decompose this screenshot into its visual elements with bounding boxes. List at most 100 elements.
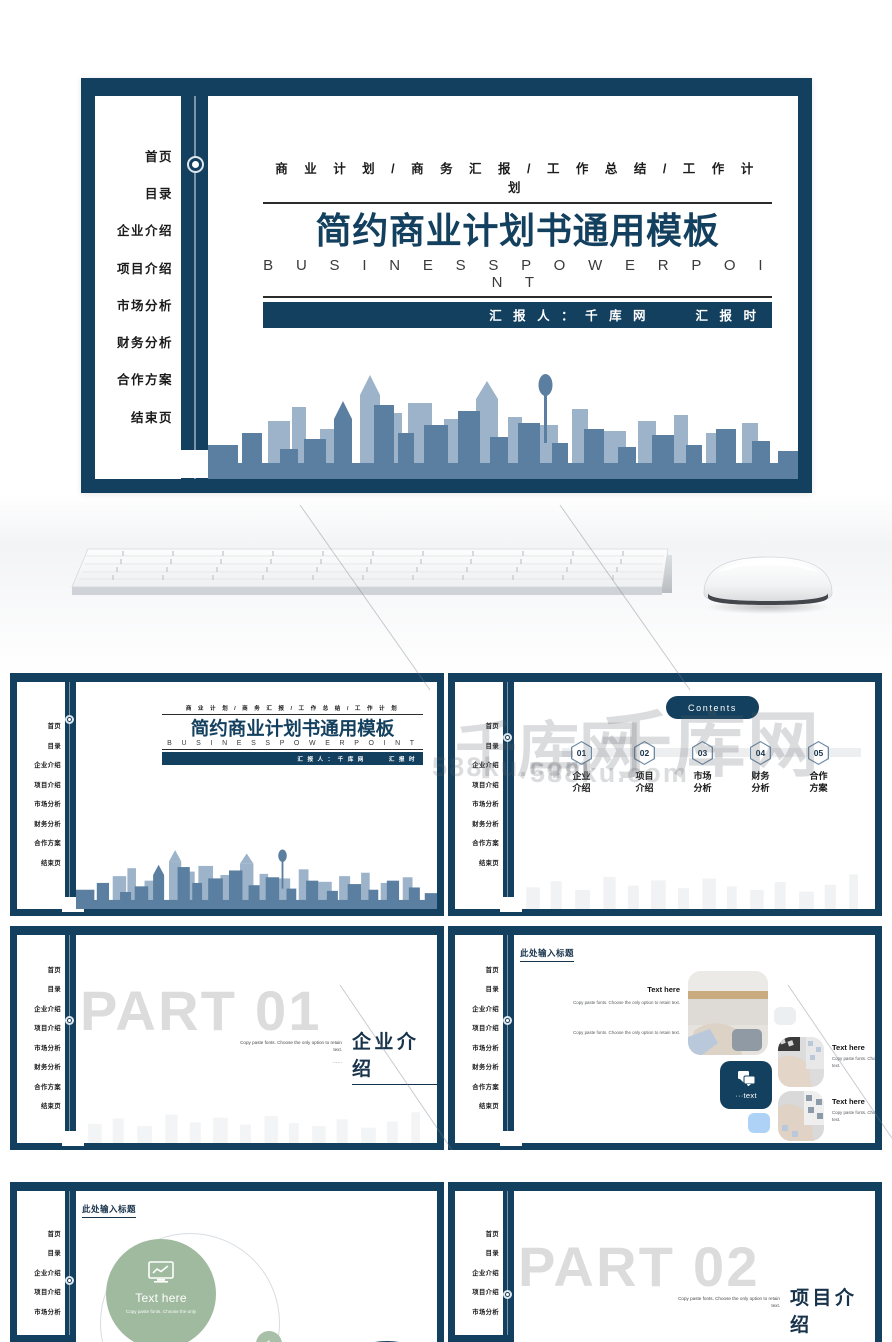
sidebar-item-end[interactable]: 结束页 xyxy=(131,412,173,425)
sidebar-item-company[interactable]: 企业介绍 xyxy=(472,1270,499,1277)
thumbnail-slide-title[interactable]: 首页 目录 企业介绍 项目介绍 市场分析 财务分析 合作方案 结束页 商 业 计… xyxy=(10,673,444,916)
sidebar-item-market[interactable]: 市场分析 xyxy=(34,1309,61,1316)
chart-circle-head: Text here xyxy=(135,1291,187,1305)
thumb5-nav-panel[interactable]: 首页 目录 企业介绍 项目介绍 市场分析 xyxy=(17,1191,65,1335)
chat-card[interactable]: ···text xyxy=(720,1061,772,1109)
thumb4-nav-panel[interactable]: 首页 目录 企业介绍 项目介绍 市场分析 财务分析 合作方案 结束页 xyxy=(455,935,503,1143)
sidebar-item-contents[interactable]: 目录 xyxy=(486,986,499,993)
sidebar-item-project[interactable]: 项目介绍 xyxy=(34,1289,61,1296)
nav-active-dot-icon xyxy=(503,1290,512,1299)
sidebar-item-finance[interactable]: 财务分析 xyxy=(117,337,173,350)
sidebar-item-project[interactable]: 项目介绍 xyxy=(472,1025,499,1032)
sidebar-item-home[interactable]: 首页 xyxy=(486,967,499,974)
chat-card-label: ···text xyxy=(735,1090,757,1100)
slide-title: 此处输入标题 xyxy=(82,1203,137,1218)
thumbnail-slide-contents[interactable]: 首页 目录 企业介绍 项目介绍 市场分析 财务分析 合作方案 结束页 Conte… xyxy=(448,673,882,916)
sidebar-item-project[interactable]: 项目介绍 xyxy=(472,782,499,789)
thumb1-kicker: 商 业 计 划 / 商 务 汇 报 / 工 作 总 结 / 工 作 计 划 xyxy=(162,704,423,715)
sidebar-item-finance[interactable]: 财务分析 xyxy=(34,1064,61,1071)
sidebar-item-market[interactable]: 市场分析 xyxy=(117,300,173,313)
mouse-image xyxy=(690,545,845,615)
sidebar-item-project[interactable]: 项目介绍 xyxy=(117,263,173,276)
contents-number: 03 xyxy=(693,742,712,764)
sidebar-item-market[interactable]: 市场分析 xyxy=(34,1045,61,1052)
sidebar-item-end[interactable]: 结束页 xyxy=(479,1103,499,1110)
sidebar-item-contents[interactable]: 目录 xyxy=(48,986,61,993)
sidebar-item-home[interactable]: 首页 xyxy=(486,1231,499,1238)
thumb2-canvas: Contents 01 企业介绍 02 项目介绍 03 市场分析 04 财务分析… xyxy=(514,682,875,909)
item-body-1: Copy paste fonts. Choose the only option… xyxy=(832,1056,875,1069)
contents-label-04: 财务分析 xyxy=(751,771,770,794)
page-title: 简约商业计划书通用模板 xyxy=(315,210,720,251)
left-text-body-1: Copy paste fonts. Choose the only option… xyxy=(573,1000,680,1005)
nav-active-dot-icon xyxy=(187,156,204,173)
thumb6-canvas: PART 02 Copy paste fonts. Choose the onl… xyxy=(514,1191,875,1342)
contents-number: 04 xyxy=(751,742,770,764)
contents-hex-05[interactable]: 05 xyxy=(808,741,829,765)
nav-active-dot-icon xyxy=(65,1276,74,1285)
thumb1-nav-panel[interactable]: 首页 目录 企业介绍 项目介绍 市场分析 财务分析 合作方案 结束页 xyxy=(17,682,65,909)
sidebar-item-cooperation[interactable]: 合作方案 xyxy=(117,374,173,387)
thumbnail-slide-image-content[interactable]: 首页 目录 企业介绍 项目介绍 市场分析 财务分析 合作方案 结束页 此处输入标… xyxy=(448,926,882,1150)
contents-hex-03[interactable]: 03 xyxy=(692,741,713,765)
contents-label-05: 合作方案 xyxy=(809,771,828,794)
sidebar-item-contents[interactable]: 目录 xyxy=(486,1250,499,1257)
sidebar-item-home[interactable]: 首页 xyxy=(486,723,499,730)
thumbnail-slide-chart[interactable]: 首页 目录 企业介绍 项目介绍 市场分析 此处输入标题 Text here Co… xyxy=(10,1182,444,1342)
sidebar-item-finance[interactable]: 财务分析 xyxy=(472,1064,499,1071)
sidebar-item-home[interactable]: 首页 xyxy=(48,1231,61,1238)
sidebar-item-finance[interactable]: 财务分析 xyxy=(472,821,499,828)
sidebar-item-end[interactable]: 结束页 xyxy=(41,860,61,867)
sidebar-item-cooperation[interactable]: 合作方案 xyxy=(34,840,61,847)
contents-hex-01[interactable]: 01 xyxy=(571,741,592,765)
sidebar-item-end[interactable]: 结束页 xyxy=(41,1103,61,1110)
part-copy-dots: ······ xyxy=(332,1060,342,1065)
sidebar-item-cooperation[interactable]: 合作方案 xyxy=(472,840,499,847)
sidebar-item-project[interactable]: 项目介绍 xyxy=(34,782,61,789)
sidebar-item-home[interactable]: 首页 xyxy=(48,967,61,974)
contents-label-01: 企业介绍 xyxy=(572,771,591,794)
thumb6-nav-panel[interactable]: 首页 目录 企业介绍 项目介绍 市场分析 xyxy=(455,1191,503,1335)
contents-number: 01 xyxy=(572,742,591,764)
sidebar-item-company[interactable]: 企业介绍 xyxy=(34,762,61,769)
nav-active-dot-icon xyxy=(503,733,512,742)
part-ghost-text: PART 01 xyxy=(80,979,322,1042)
sidebar-item-cooperation[interactable]: 合作方案 xyxy=(472,1084,499,1091)
presenter-label: 汇 报 人 ： 千 库 网 xyxy=(489,309,650,324)
sidebar-item-market[interactable]: 市场分析 xyxy=(34,801,61,808)
sidebar-item-market[interactable]: 市场分析 xyxy=(472,801,499,808)
nav-active-dot-icon xyxy=(65,715,74,724)
sidebar-item-contents[interactable]: 目录 xyxy=(48,743,61,750)
sidebar-item-company[interactable]: 企业介绍 xyxy=(472,1006,499,1013)
sidebar-item-cooperation[interactable]: 合作方案 xyxy=(34,1084,61,1091)
contents-hex-04[interactable]: 04 xyxy=(750,741,771,765)
hero-nav-panel[interactable]: 首页 目录 企业介绍 项目介绍 市场分析 财务分析 合作方案 结束页 xyxy=(95,96,181,479)
sidebar-item-market[interactable]: 市场分析 xyxy=(472,1045,499,1052)
sidebar-item-market[interactable]: 市场分析 xyxy=(472,1309,499,1316)
chart-monitor-icon xyxy=(148,1261,174,1283)
thumb2-nav-panel[interactable]: 首页 目录 企业介绍 项目介绍 市场分析 财务分析 合作方案 结束页 xyxy=(455,682,503,909)
sidebar-item-project[interactable]: 项目介绍 xyxy=(34,1025,61,1032)
sidebar-item-contents[interactable]: 目录 xyxy=(486,743,499,750)
contents-number: 05 xyxy=(809,742,828,764)
contents-label-02: 项目介绍 xyxy=(635,771,654,794)
thumbnail-slide-part01[interactable]: 首页 目录 企业介绍 项目介绍 市场分析 财务分析 合作方案 结束页 PART … xyxy=(10,926,444,1150)
sidebar-item-company[interactable]: 企业介绍 xyxy=(34,1006,61,1013)
sidebar-item-project[interactable]: 项目介绍 xyxy=(472,1289,499,1296)
sidebar-item-contents[interactable]: 目录 xyxy=(48,1250,61,1257)
part-copy: Copy paste fonts. Choose the only option… xyxy=(240,1040,342,1053)
sidebar-item-finance[interactable]: 财务分析 xyxy=(34,821,61,828)
sidebar-item-company[interactable]: 企业介绍 xyxy=(34,1270,61,1277)
sidebar-item-company[interactable]: 企业介绍 xyxy=(117,225,173,238)
thumb3-nav-panel[interactable]: 首页 目录 企业介绍 项目介绍 市场分析 财务分析 合作方案 结束页 xyxy=(17,935,65,1143)
thumbnail-slide-part02[interactable]: 首页 目录 企业介绍 项目介绍 市场分析 PART 02 Copy paste … xyxy=(448,1182,882,1342)
chart-circle[interactable]: Text here Copy paste fonts. Choose the o… xyxy=(106,1239,216,1342)
sidebar-item-home[interactable]: 首页 xyxy=(48,723,61,730)
city-skyline-graphic xyxy=(76,841,437,909)
sidebar-item-contents[interactable]: 目录 xyxy=(145,188,173,201)
sidebar-item-company[interactable]: 企业介绍 xyxy=(472,762,499,769)
accent-chip-gray xyxy=(774,1007,796,1025)
sidebar-item-home[interactable]: 首页 xyxy=(145,151,173,164)
sidebar-item-end[interactable]: 结束页 xyxy=(479,860,499,867)
contents-hex-02[interactable]: 02 xyxy=(634,741,655,765)
